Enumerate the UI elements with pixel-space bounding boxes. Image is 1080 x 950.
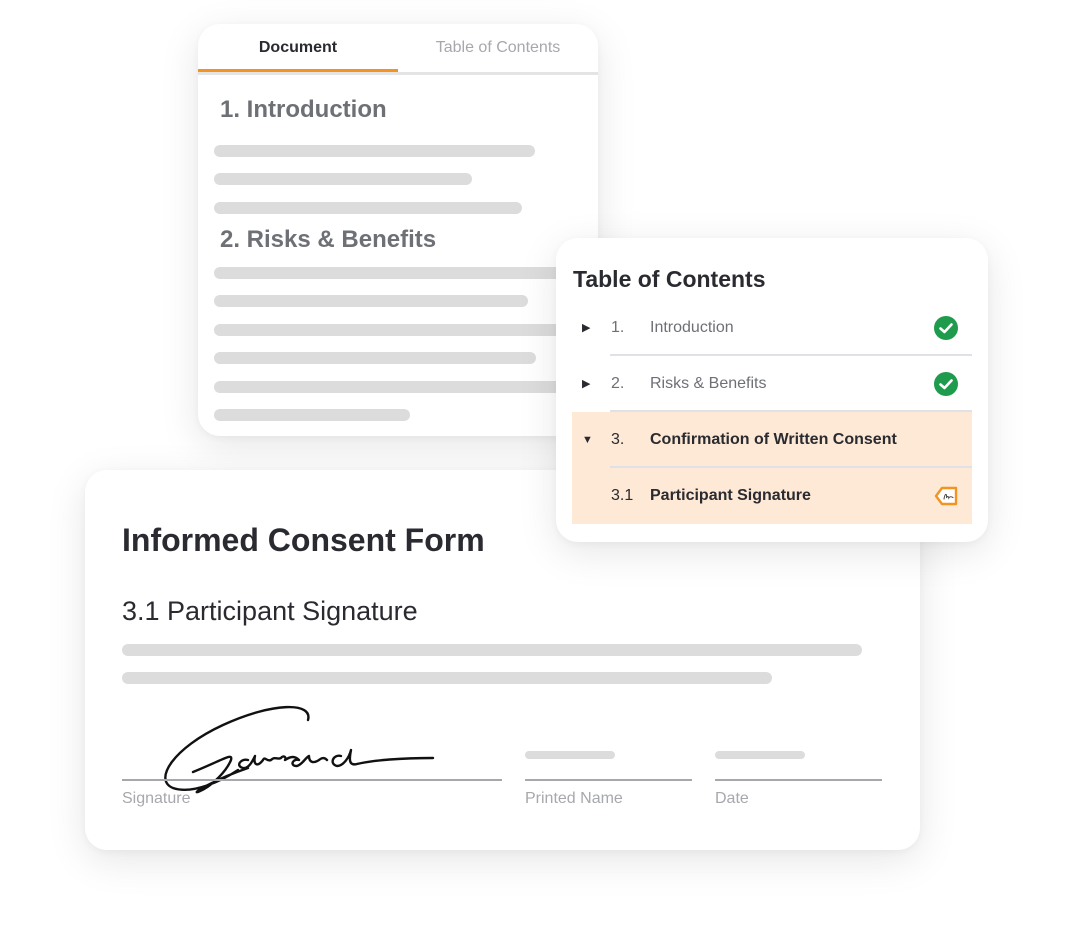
toc-item-participant-signature[interactable]: 3.1 Participant Signature	[572, 468, 972, 524]
form-title: Informed Consent Form	[122, 522, 485, 558]
section-heading-risks-benefits: 2. Risks & Benefits	[220, 226, 437, 253]
printed-name-placeholder	[525, 751, 615, 759]
active-tab-indicator	[198, 69, 398, 72]
toc-item-introduction[interactable]: ▶ 1. Introduction	[572, 300, 972, 356]
signature-tag-icon	[934, 486, 958, 506]
toc-title: Table of Contents	[573, 266, 766, 292]
form-subtitle: 3.1 Participant Signature	[122, 596, 418, 626]
caret-right-icon[interactable]: ▶	[582, 300, 590, 356]
text-placeholder-line	[214, 409, 410, 421]
text-placeholder-line	[214, 381, 594, 393]
signature-line	[122, 779, 502, 781]
toc-item-label: Confirmation of Written Consent	[650, 431, 897, 448]
toc-item-label: Risks & Benefits	[650, 375, 767, 392]
toc-item-confirmation-of-written-consent[interactable]: ▼ 3. Confirmation of Written Consent	[572, 412, 972, 468]
text-placeholder-line	[122, 644, 862, 656]
section-heading-introduction: 1. Introduction	[220, 96, 387, 123]
toc-item-number: 3.	[611, 431, 625, 448]
caret-down-icon[interactable]: ▼	[582, 412, 593, 468]
text-placeholder-line	[214, 352, 536, 364]
text-placeholder-line	[214, 324, 594, 336]
date-label: Date	[715, 790, 749, 807]
table-of-contents-panel: Table of Contents ▶ 1. Introduction ▶ 2.…	[556, 238, 988, 542]
toc-item-number: 1.	[611, 319, 625, 336]
tab-bar: Document Table of Contents	[198, 24, 598, 75]
toc-item-risks-benefits[interactable]: ▶ 2. Risks & Benefits	[572, 356, 972, 412]
toc-item-number: 3.1	[611, 487, 634, 504]
printed-name-label: Printed Name	[525, 790, 623, 807]
toc-item-number: 2.	[611, 375, 625, 392]
document-panel: Document Table of Contents 1. Introducti…	[198, 24, 598, 436]
check-circle-icon	[934, 316, 958, 340]
caret-right-icon[interactable]: ▶	[582, 356, 590, 412]
date-placeholder	[715, 751, 805, 759]
text-placeholder-line	[214, 145, 535, 157]
text-placeholder-line	[214, 295, 528, 307]
handwritten-signature	[164, 705, 435, 794]
check-circle-icon	[934, 372, 958, 396]
printed-name-line	[525, 779, 692, 781]
text-placeholder-line	[214, 267, 594, 279]
text-placeholder-line	[214, 173, 472, 185]
tab-document[interactable]: Document	[198, 24, 398, 72]
tab-table-of-contents[interactable]: Table of Contents	[398, 24, 598, 72]
signature-label: Signature	[122, 790, 191, 807]
toc-item-label: Introduction	[650, 319, 734, 336]
text-placeholder-line	[122, 672, 772, 684]
text-placeholder-line	[214, 202, 522, 214]
date-line	[715, 779, 882, 781]
toc-item-label: Participant Signature	[650, 487, 811, 504]
